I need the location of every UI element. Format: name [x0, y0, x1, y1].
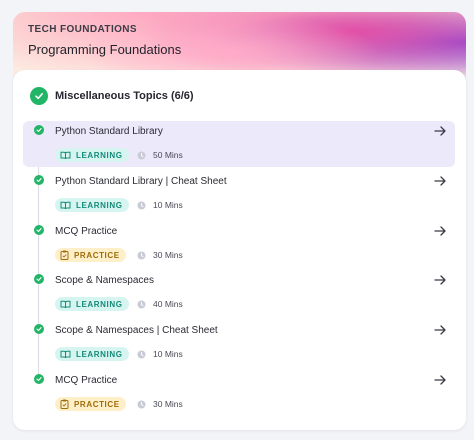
topic-item[interactable]: MCQ Practice PRACTICE 30 Mins	[23, 221, 455, 267]
duration: 30 Mins	[137, 248, 183, 262]
topic-title: Scope & Namespaces | Cheat Sheet	[55, 325, 218, 336]
course-title: Programming Foundations	[28, 42, 182, 57]
duration: 40 Mins	[137, 297, 183, 311]
duration-label: 40 Mins	[153, 299, 183, 309]
arrow-right-icon[interactable]	[433, 273, 447, 287]
check-circle-icon	[34, 374, 44, 384]
check-circle-icon	[34, 125, 44, 135]
badge-label: LEARNING	[76, 150, 123, 160]
section-title: Miscellaneous Topics (6/6)	[55, 90, 194, 102]
badge-label: LEARNING	[76, 349, 123, 359]
practice-badge: PRACTICE	[55, 397, 126, 411]
section-header[interactable]: Miscellaneous Topics (6/6)	[30, 86, 194, 106]
clock-icon	[137, 251, 153, 260]
practice-badge: PRACTICE	[55, 248, 126, 262]
topic-title: MCQ Practice	[55, 375, 118, 386]
duration: 10 Mins	[137, 347, 183, 361]
learning-badge: LEARNING	[55, 148, 129, 162]
arrow-right-icon[interactable]	[433, 174, 447, 188]
course-category: TECH FOUNDATIONS	[28, 24, 137, 35]
clipboard-icon	[60, 399, 74, 409]
topic-title: Python Standard Library | Cheat Sheet	[55, 176, 227, 187]
check-circle-icon	[34, 324, 44, 334]
duration-label: 30 Mins	[153, 399, 183, 409]
badge-label: PRACTICE	[74, 250, 120, 260]
book-icon	[60, 300, 76, 309]
topic-item[interactable]: Python Standard Library LEARNING 50 Mins	[23, 121, 455, 167]
duration: 30 Mins	[137, 397, 183, 411]
clock-icon	[137, 151, 153, 160]
topic-item[interactable]: Scope & Namespaces LEARNING 40 Mins	[23, 270, 455, 316]
arrow-right-icon[interactable]	[433, 124, 447, 138]
check-circle-icon	[34, 175, 44, 185]
clock-icon	[137, 400, 153, 409]
topic-title: MCQ Practice	[55, 226, 118, 237]
learning-badge: LEARNING	[55, 347, 129, 361]
topic-item[interactable]: MCQ Practice PRACTICE 30 Mins	[23, 370, 455, 416]
arrow-right-icon[interactable]	[433, 373, 447, 387]
duration: 50 Mins	[137, 148, 183, 162]
check-circle-icon	[30, 87, 48, 105]
badge-label: LEARNING	[76, 299, 123, 309]
duration-label: 30 Mins	[153, 250, 183, 260]
duration-label: 50 Mins	[153, 150, 183, 160]
clock-icon	[137, 201, 153, 210]
duration-label: 10 Mins	[153, 349, 183, 359]
clock-icon	[137, 350, 153, 359]
arrow-right-icon[interactable]	[433, 323, 447, 337]
clipboard-icon	[60, 250, 74, 260]
check-circle-icon	[34, 225, 44, 235]
book-icon	[60, 151, 76, 160]
duration: 10 Mins	[137, 198, 183, 212]
badge-label: PRACTICE	[74, 399, 120, 409]
learning-badge: LEARNING	[55, 297, 129, 311]
book-icon	[60, 201, 76, 210]
topic-item[interactable]: Python Standard Library | Cheat Sheet LEA…	[23, 171, 455, 217]
duration-label: 10 Mins	[153, 200, 183, 210]
topic-title: Scope & Namespaces	[55, 275, 154, 286]
topic-title: Python Standard Library	[55, 126, 163, 137]
topic-item[interactable]: Scope & Namespaces | Cheat Sheet LEARNING…	[23, 320, 455, 366]
learning-badge: LEARNING	[55, 198, 129, 212]
arrow-right-icon[interactable]	[433, 224, 447, 238]
clock-icon	[137, 300, 153, 309]
book-icon	[60, 350, 76, 359]
badge-label: LEARNING	[76, 200, 123, 210]
check-circle-icon	[34, 274, 44, 284]
